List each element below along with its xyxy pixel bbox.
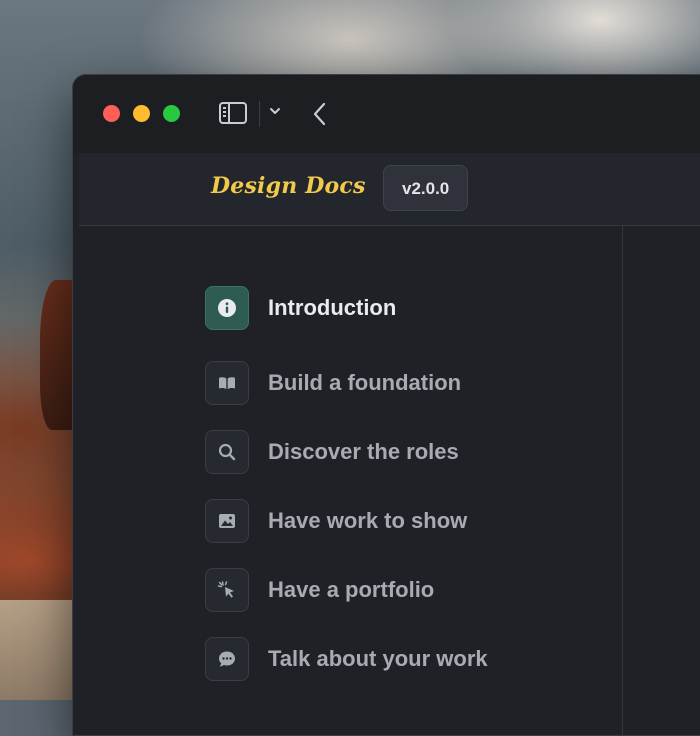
title-bar: [73, 75, 700, 153]
minimize-window-button[interactable]: [133, 105, 150, 122]
nav-item-label: Talk about your work: [268, 646, 488, 671]
nav-item-introduction[interactable]: Introduction: [205, 286, 396, 330]
chevron-down-icon[interactable]: [267, 103, 283, 119]
nav-item-label: Have work to show: [268, 508, 468, 533]
nav-item-label: Introduction: [268, 295, 397, 320]
docs-header: Design Docs v2.0.0: [79, 153, 700, 226]
toolbar-divider: [259, 101, 260, 127]
cursor-click-icon: [205, 568, 249, 612]
nav-item-have-work-to-show[interactable]: Have work to show: [205, 499, 467, 543]
nav-item-build-a-foundation[interactable]: Build a foundation: [205, 361, 461, 405]
search-icon: [205, 430, 249, 474]
image-icon: [205, 499, 249, 543]
chevron-left-icon[interactable]: [311, 101, 329, 127]
close-window-button[interactable]: [103, 105, 120, 122]
sidebar-icon[interactable]: [219, 102, 247, 124]
nav-item-discover-the-roles[interactable]: Discover the roles: [205, 430, 459, 474]
nav-item-talk-about-your-work[interactable]: Talk about your work: [205, 637, 488, 681]
info-icon: [205, 286, 249, 330]
sidebar-nav: Introduction Build a foundation Discover…: [79, 226, 623, 735]
app-window: Design Docs v2.0.0 Introduction Build a …: [72, 74, 700, 736]
nav-item-label: Discover the roles: [268, 439, 459, 464]
brand-logo[interactable]: Design Docs: [211, 173, 366, 199]
nav-item-label: Build a foundation: [268, 370, 462, 395]
version-badge[interactable]: v2.0.0: [383, 165, 469, 211]
chat-icon: [205, 637, 249, 681]
nav-item-have-a-portfolio[interactable]: Have a portfolio: [205, 568, 434, 612]
maximize-window-button[interactable]: [163, 105, 180, 122]
nav-item-label: Have a portfolio: [268, 577, 435, 602]
book-icon: [205, 361, 249, 405]
